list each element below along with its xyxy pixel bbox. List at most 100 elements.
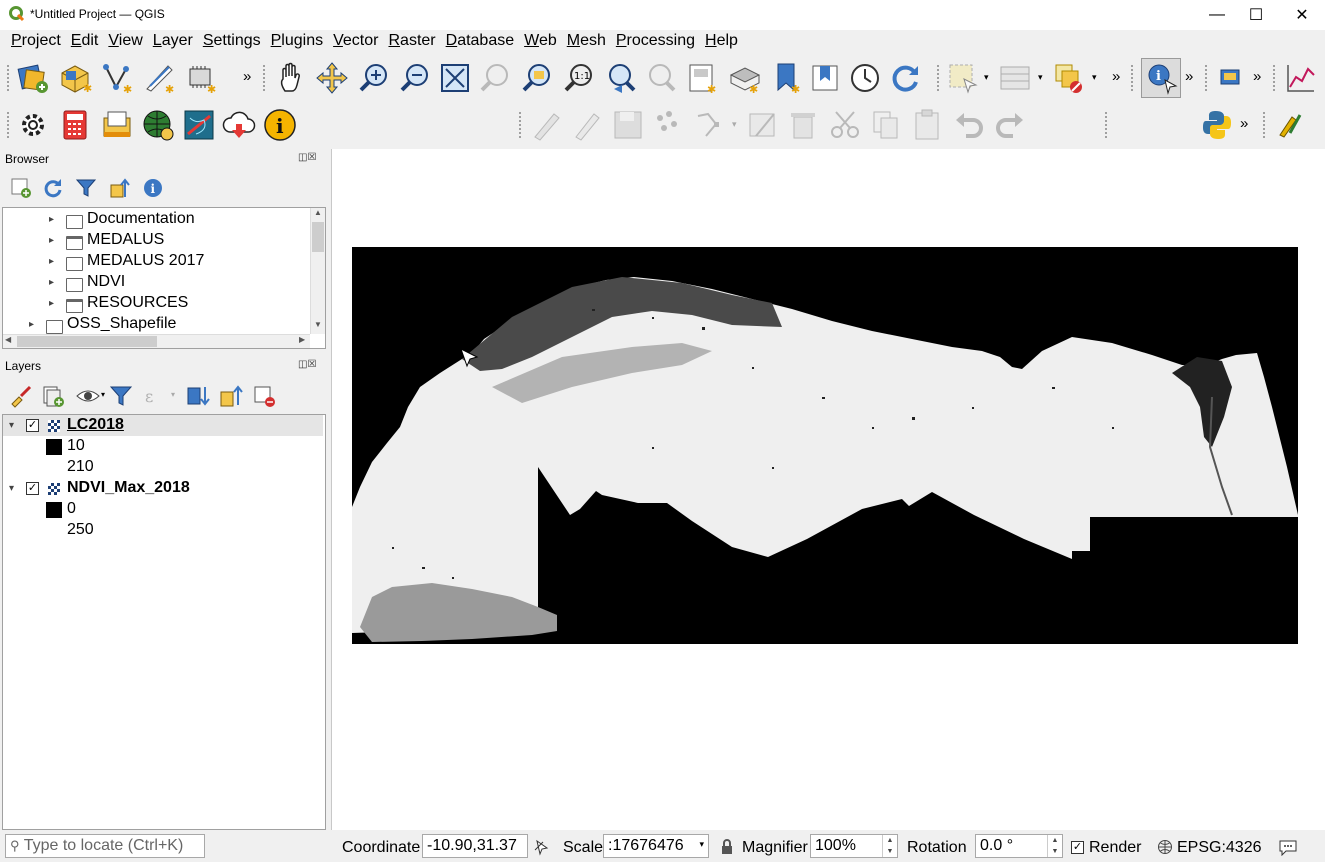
toolbar-overflow-chevron[interactable]: » xyxy=(1240,115,1248,132)
deselect-features-icon[interactable] xyxy=(1052,61,1086,95)
new-shapefile-layer-icon[interactable]: ✱ xyxy=(100,61,134,95)
current-edits-icon[interactable] xyxy=(530,108,564,142)
menu-project[interactable]: Project xyxy=(6,30,66,54)
browser-vertical-scrollbar[interactable]: ▲ ▼ xyxy=(310,208,325,334)
filter-browser-icon[interactable] xyxy=(75,177,97,199)
expand-arrow-icon[interactable]: ▸ xyxy=(49,298,54,309)
new-geopackage-layer-icon[interactable]: ✱ xyxy=(58,61,92,95)
menu-help[interactable]: Help xyxy=(700,30,743,54)
spin-arrows-icon[interactable]: ▲ ▼ xyxy=(882,835,897,857)
render-checkbox[interactable]: ✓ xyxy=(1071,841,1084,854)
remove-layer-icon[interactable] xyxy=(252,384,276,408)
browser-item[interactable]: ▸ MEDALUS 2017 xyxy=(3,252,308,273)
menu-plugins[interactable]: Plugins xyxy=(266,30,328,54)
plugin-tools-icon[interactable] xyxy=(1276,111,1304,139)
collapse-arrow-icon[interactable]: ▾ xyxy=(9,483,14,494)
coordinate-field[interactable]: -10.90,31.37 xyxy=(422,834,528,858)
data-source-manager-icon[interactable] xyxy=(16,61,50,95)
collapse-all-icon[interactable] xyxy=(219,384,243,408)
collapse-all-icon[interactable] xyxy=(109,177,131,199)
toolbar-grip[interactable] xyxy=(1272,64,1276,92)
expand-arrow-icon[interactable]: ▸ xyxy=(49,277,54,288)
pan-hand-icon[interactable] xyxy=(275,61,309,95)
table-dropdown-arrow[interactable]: ▾ xyxy=(1038,72,1043,83)
menu-edit[interactable]: Edit xyxy=(66,30,104,54)
map-plugin-icon[interactable] xyxy=(182,108,216,142)
browser-item[interactable]: ▸ RESOURCES xyxy=(3,294,308,315)
manage-visibility-eye-icon[interactable] xyxy=(75,384,101,408)
messages-icon[interactable] xyxy=(1278,838,1298,856)
scale-combobox[interactable]: :17676476 ▾ xyxy=(603,834,709,858)
expand-all-icon[interactable] xyxy=(186,384,210,408)
menu-processing[interactable]: Processing xyxy=(611,30,700,54)
toggle-editing-pencil-icon[interactable] xyxy=(570,108,604,142)
toolbar-grip[interactable] xyxy=(6,64,10,92)
expression-dropdown-arrow[interactable]: ▾ xyxy=(171,390,175,399)
map-tips-icon[interactable] xyxy=(1218,66,1242,90)
zoom-to-selection-icon[interactable] xyxy=(478,61,512,95)
python-console-icon[interactable] xyxy=(1200,108,1234,142)
undo-icon[interactable] xyxy=(952,108,986,142)
menu-web[interactable]: Web xyxy=(519,30,562,54)
lock-scale-icon[interactable] xyxy=(720,839,734,855)
layer-row-ndvi-max-2018[interactable]: ▾ ✓ NDVI_Max_2018 xyxy=(3,478,323,499)
close-button[interactable]: ✕ xyxy=(1279,0,1325,30)
toolbar-grip[interactable] xyxy=(1104,111,1108,139)
toolbar-overflow-chevron[interactable]: » xyxy=(243,68,251,85)
cut-features-icon[interactable] xyxy=(828,108,862,142)
new-virtual-layer-icon[interactable]: ✱ xyxy=(184,61,218,95)
raster-calculator-icon[interactable] xyxy=(58,108,92,142)
zoom-next-icon[interactable] xyxy=(644,61,678,95)
toolbar-grip[interactable] xyxy=(262,64,266,92)
refresh-browser-icon[interactable] xyxy=(42,177,64,199)
map-canvas[interactable] xyxy=(331,149,1325,830)
toolbar-grip[interactable] xyxy=(6,111,10,139)
redo-icon[interactable] xyxy=(993,108,1027,142)
qms-globe-icon[interactable] xyxy=(141,108,175,142)
menu-mesh[interactable]: Mesh xyxy=(562,30,611,54)
browser-item[interactable]: ▸ OSS_Shapefile xyxy=(3,315,308,336)
menu-database[interactable]: Database xyxy=(441,30,520,54)
menu-raster[interactable]: Raster xyxy=(383,30,440,54)
save-layer-edits-icon[interactable] xyxy=(611,108,645,142)
expand-arrow-icon[interactable]: ▸ xyxy=(49,256,54,267)
layers-float-close-buttons[interactable]: ◫☒ xyxy=(298,359,316,370)
cloud-download-icon[interactable] xyxy=(222,108,256,142)
vertex-tool-icon[interactable] xyxy=(694,108,728,142)
filter-legend-icon[interactable] xyxy=(109,384,133,408)
spin-arrows-icon[interactable]: ▲ ▼ xyxy=(1047,835,1062,857)
toolbar-grip[interactable] xyxy=(936,64,940,92)
new-spatial-bookmark-icon[interactable]: ✱ xyxy=(770,61,804,95)
toolbar-grip[interactable] xyxy=(518,111,522,139)
zoom-to-layer-icon[interactable] xyxy=(520,61,554,95)
toolbar-grip[interactable] xyxy=(1262,111,1266,139)
browser-item[interactable]: ▸ NDVI xyxy=(3,273,308,294)
modify-attributes-icon[interactable] xyxy=(746,108,780,142)
crs-label[interactable]: EPSG:4326 xyxy=(1177,839,1262,857)
toolbar-overflow-chevron[interactable]: » xyxy=(1185,68,1193,85)
coordinate-toggle-mouse-icon[interactable] xyxy=(533,838,551,856)
browser-item[interactable]: ▸ Documentation xyxy=(3,210,308,231)
crs-globe-icon[interactable] xyxy=(1157,839,1173,855)
browser-horizontal-scrollbar[interactable]: ◀ ▶ xyxy=(3,334,310,348)
deselect-dropdown-arrow[interactable]: ▾ xyxy=(1092,72,1097,83)
paste-features-icon[interactable] xyxy=(910,108,944,142)
zoom-last-icon[interactable] xyxy=(604,61,638,95)
style-panel-paintbrush-icon[interactable] xyxy=(9,384,33,408)
properties-info-icon[interactable]: i xyxy=(142,177,164,199)
new-3d-map-view-icon[interactable]: ✱ xyxy=(728,61,762,95)
zoom-full-icon[interactable] xyxy=(438,61,472,95)
add-point-feature-icon[interactable] xyxy=(652,108,686,142)
add-group-icon[interactable] xyxy=(41,384,65,408)
maximize-button[interactable]: ☐ xyxy=(1233,0,1279,30)
processing-toolbox-gear-icon[interactable] xyxy=(16,108,50,142)
menu-view[interactable]: View xyxy=(103,30,147,54)
zoom-native-resolution-icon[interactable]: 1:1 xyxy=(562,61,596,95)
collapse-arrow-icon[interactable]: ▾ xyxy=(9,420,14,431)
locator-search-input[interactable]: ⚲ Type to locate (Ctrl+K) xyxy=(5,834,205,858)
new-temporary-layer-icon[interactable]: ✱ xyxy=(142,61,176,95)
identify-tool-active[interactable]: i xyxy=(1141,58,1181,98)
attribute-table-icon[interactable] xyxy=(998,61,1032,95)
layer-visibility-checkbox[interactable]: ✓ xyxy=(26,482,39,495)
temporal-controller-icon[interactable] xyxy=(848,61,882,95)
